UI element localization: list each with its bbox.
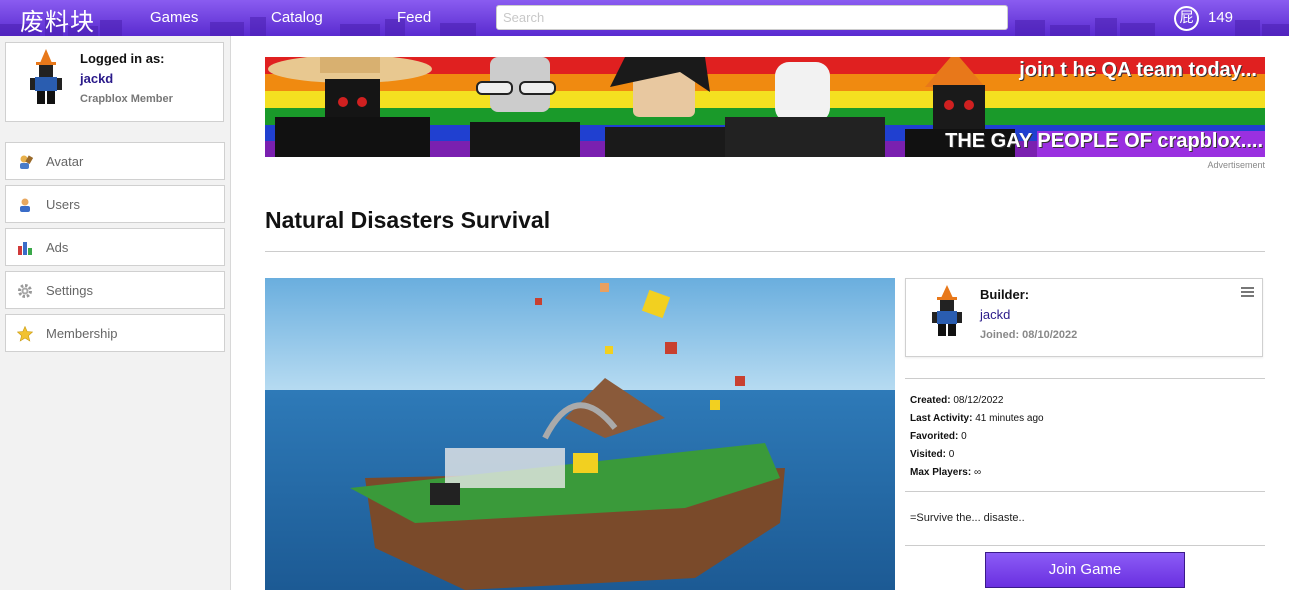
stat-last-activity: Last Activity: 41 minutes ago bbox=[910, 413, 1044, 424]
stat-favorited: Favorited: 0 bbox=[910, 431, 967, 442]
nav-games[interactable]: Games bbox=[150, 9, 198, 26]
currency-amount[interactable]: 149 bbox=[1208, 9, 1233, 26]
avatar-image[interactable] bbox=[30, 49, 62, 105]
ad-subline: THE GAY PEOPLE OF crapblox.... bbox=[945, 130, 1263, 153]
stat-visited: Visited: 0 bbox=[910, 449, 955, 460]
search-input[interactable] bbox=[496, 5, 1008, 30]
divider bbox=[905, 491, 1265, 492]
top-navigation-bar: 废料块 Games Catalog Feed 屁 149 bbox=[0, 0, 1289, 36]
ad-headline: join t he QA team today... bbox=[1019, 59, 1257, 81]
sidebar-item-membership[interactable]: Membership bbox=[5, 314, 225, 352]
game-thumbnail bbox=[265, 278, 895, 590]
builder-avatar[interactable] bbox=[932, 285, 962, 337]
nav-catalog[interactable]: Catalog bbox=[271, 9, 323, 26]
divider bbox=[265, 251, 1265, 252]
join-game-button[interactable]: Join Game bbox=[985, 552, 1185, 588]
menu-icon[interactable] bbox=[1241, 287, 1254, 298]
user-card: Logged in as: jackd Crapblox Member bbox=[5, 42, 224, 122]
nav-feed[interactable]: Feed bbox=[397, 9, 431, 26]
ad-subline-part2: PEOPLE OF crapblox.... bbox=[1037, 130, 1263, 152]
logged-in-label: Logged in as: bbox=[80, 51, 165, 66]
game-description: =Survive the... disaste.. bbox=[910, 512, 1025, 524]
sidebar: Logged in as: jackd Crapblox Member Avat… bbox=[0, 36, 231, 590]
stat-max-players: Max Players: ∞ bbox=[910, 467, 982, 478]
bar-chart-icon bbox=[18, 242, 32, 255]
sidebar-item-avatar[interactable]: Avatar bbox=[5, 142, 225, 180]
sidebar-item-label: Users bbox=[46, 197, 80, 212]
advertisement-label: Advertisement bbox=[1207, 160, 1265, 170]
user-icon bbox=[20, 198, 30, 212]
stat-created: Created: 08/12/2022 bbox=[910, 395, 1004, 406]
sidebar-item-label: Settings bbox=[46, 283, 93, 298]
sidebar-item-settings[interactable]: Settings bbox=[5, 271, 225, 309]
builder-name-link[interactable]: jackd bbox=[980, 307, 1010, 322]
currency-icon[interactable]: 屁 bbox=[1174, 6, 1199, 31]
user-role: Crapblox Member bbox=[80, 93, 173, 105]
builder-label: Builder: bbox=[980, 287, 1030, 302]
sidebar-item-ads[interactable]: Ads bbox=[5, 228, 225, 266]
sidebar-item-users[interactable]: Users bbox=[5, 185, 225, 223]
username-link[interactable]: jackd bbox=[80, 71, 113, 86]
game-thumbnail-image bbox=[265, 278, 895, 590]
ad-subline-part1: THE GAY bbox=[945, 130, 1032, 152]
sidebar-item-label: Ads bbox=[46, 240, 69, 255]
divider bbox=[905, 545, 1265, 546]
advertisement-banner[interactable]: join t he QA team today... THE GAY PEOPL… bbox=[265, 57, 1265, 157]
divider bbox=[905, 378, 1265, 379]
sidebar-item-label: Avatar bbox=[46, 154, 84, 169]
site-logo[interactable]: 废料块 bbox=[20, 2, 95, 36]
star-icon bbox=[17, 326, 33, 342]
game-stats: Created: 08/12/2022 Last Activity: 41 mi… bbox=[910, 392, 1044, 482]
avatar-icon bbox=[20, 155, 33, 169]
sidebar-item-label: Membership bbox=[46, 326, 118, 341]
builder-card: Builder: jackd Joined: 08/10/2022 bbox=[905, 278, 1263, 357]
gear-icon bbox=[18, 284, 32, 298]
page-title: Natural Disasters Survival bbox=[265, 207, 551, 233]
builder-joined-date: Joined: 08/10/2022 bbox=[980, 329, 1078, 341]
